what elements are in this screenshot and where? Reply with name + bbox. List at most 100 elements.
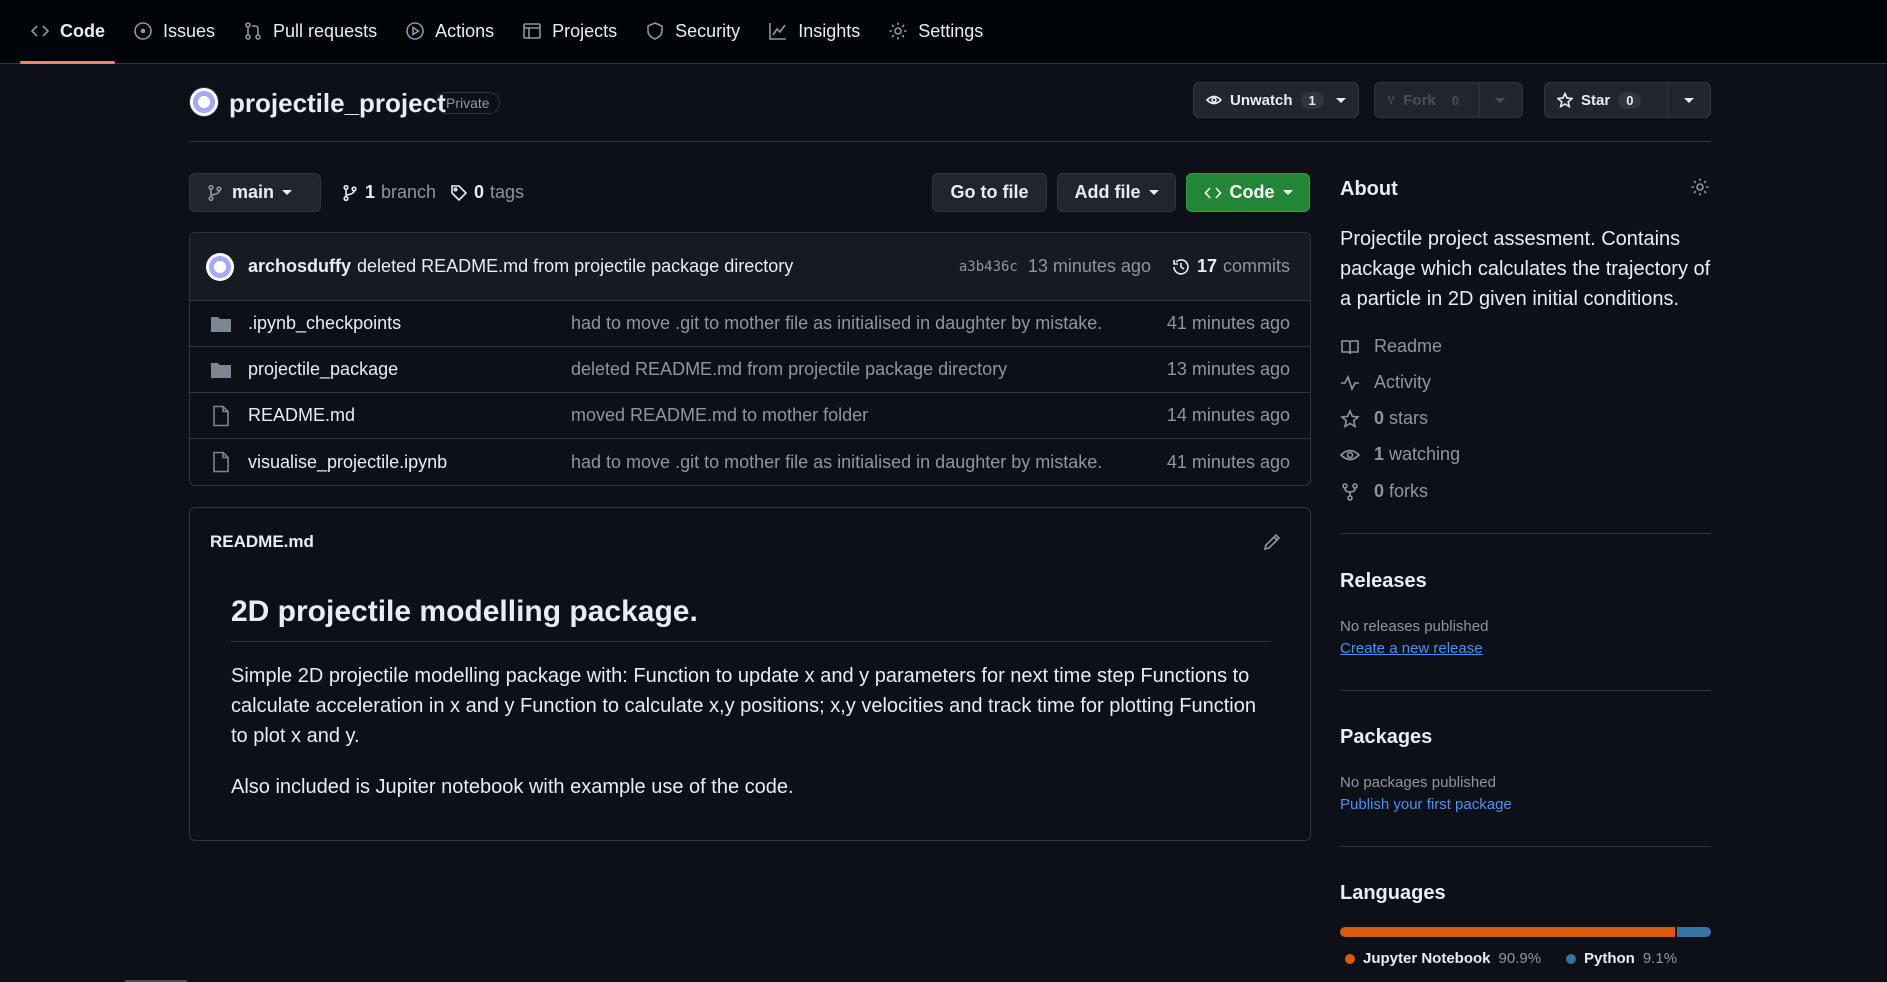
language-python[interactable]: Python 9.1% xyxy=(1566,950,1677,967)
about-description: Projectile project assesment. Contains p… xyxy=(1340,228,1711,310)
commits-link[interactable]: 17 commits xyxy=(1171,256,1290,277)
file-name[interactable]: visualise_projectile.ipynb xyxy=(248,452,571,473)
publish-package-link[interactable]: Publish your first package xyxy=(1340,796,1512,813)
fork-label: Fork xyxy=(1403,91,1436,109)
shield-icon xyxy=(647,22,663,40)
fork-count: 0 xyxy=(1443,91,1467,109)
tab-settings[interactable]: Settings xyxy=(878,0,993,63)
tab-label: Code xyxy=(60,20,105,41)
create-release-link[interactable]: Create a new release xyxy=(1340,640,1483,657)
releases-empty-text: No releases published xyxy=(1340,618,1489,635)
folder-icon xyxy=(211,316,231,332)
pencil-icon[interactable] xyxy=(1262,532,1282,552)
star-label: Star xyxy=(1581,91,1611,109)
latest-commit: archosduffy deleted README.md from proje… xyxy=(190,233,1310,301)
stars-count: 0 xyxy=(1374,408,1385,428)
tab-insights[interactable]: Insights xyxy=(758,0,870,63)
commit-author[interactable]: archosduffy xyxy=(248,256,351,277)
code-button[interactable]: Code xyxy=(1186,173,1310,212)
star-dropdown[interactable] xyxy=(1668,83,1710,117)
divider xyxy=(1340,690,1711,691)
tab-code[interactable]: Code xyxy=(20,0,115,64)
star-button[interactable]: Star 0 xyxy=(1544,82,1711,118)
file-row[interactable]: README.md moved README.md to mother fold… xyxy=(190,393,1310,439)
file-row[interactable]: visualise_projectile.ipynb had to move .… xyxy=(190,439,1310,485)
tab-projects[interactable]: Projects xyxy=(512,0,627,63)
stars-link[interactable]: 0 stars xyxy=(1340,408,1428,429)
unwatch-button[interactable]: Unwatch 1 xyxy=(1193,82,1359,118)
file-row[interactable]: projectile_package deleted README.md fro… xyxy=(190,347,1310,393)
commit-time: 13 minutes ago xyxy=(1027,256,1151,276)
repo-header: projectile_project Private Unwatch 1 For… xyxy=(189,82,1711,142)
tags-link[interactable]: 0 tags xyxy=(450,182,524,203)
go-to-file-label: Go to file xyxy=(950,182,1029,202)
file-name[interactable]: .ipynb_checkpoints xyxy=(248,313,571,334)
chevron-down-icon xyxy=(1684,97,1694,103)
tab-label: Projects xyxy=(552,20,618,41)
commit-message[interactable]: deleted README.md from projectile packag… xyxy=(357,256,793,277)
unwatch-main[interactable]: Unwatch 1 xyxy=(1194,83,1336,117)
file-commit-message[interactable]: moved README.md to mother folder xyxy=(571,405,868,426)
code-label: Code xyxy=(1229,182,1275,202)
readme-link[interactable]: Readme xyxy=(1340,336,1442,357)
watching-count: 1 xyxy=(1374,444,1385,464)
owner-avatar[interactable] xyxy=(189,87,219,117)
unwatch-label: Unwatch xyxy=(1230,91,1293,109)
avatar[interactable] xyxy=(206,252,234,281)
code-icon xyxy=(30,25,50,37)
branch-label: branch xyxy=(381,182,437,202)
file-commit-message[interactable]: had to move .git to mother file as initi… xyxy=(571,452,1102,473)
table-icon xyxy=(523,23,541,39)
tab-label: Pull requests xyxy=(273,20,378,41)
file-name[interactable]: README.md xyxy=(248,405,571,426)
star-icon xyxy=(1557,92,1573,108)
fork-icon xyxy=(1387,96,1395,104)
language-jupyter[interactable]: Jupyter Notebook 90.9% xyxy=(1345,950,1541,967)
branch-name: main xyxy=(232,182,275,202)
file-commit-message[interactable]: had to move .git to mother file as initi… xyxy=(571,313,1102,334)
activity-link[interactable]: Activity xyxy=(1340,372,1431,393)
file-time: 13 minutes ago xyxy=(1166,359,1290,379)
chevron-down-icon[interactable] xyxy=(1335,97,1346,103)
readme-filename[interactable]: README.md xyxy=(210,532,314,552)
fork-icon xyxy=(1342,482,1358,501)
folder-icon xyxy=(211,362,231,378)
commit-count: 17 xyxy=(1196,256,1217,276)
go-to-file-button[interactable]: Go to file xyxy=(932,173,1047,212)
chevron-down-icon xyxy=(1148,190,1159,195)
file-commit-message[interactable]: deleted README.md from projectile packag… xyxy=(571,359,1007,380)
branches-link[interactable]: 1 branch xyxy=(341,182,436,203)
branch-select-button[interactable]: main xyxy=(189,173,321,212)
tab-security[interactable]: Security xyxy=(635,0,750,63)
tab-issues[interactable]: Issues xyxy=(123,0,225,63)
watching-link[interactable]: 1 watching xyxy=(1340,444,1460,465)
releases-title[interactable]: Releases xyxy=(1340,570,1427,593)
fork-main[interactable]: Fork 0 xyxy=(1375,83,1479,117)
star-main[interactable]: Star 0 xyxy=(1545,83,1667,117)
tab-pull-requests[interactable]: Pull requests xyxy=(233,0,387,63)
packages-title[interactable]: Packages xyxy=(1340,726,1432,749)
tab-actions[interactable]: Actions xyxy=(395,0,504,63)
repo-name[interactable]: projectile_project xyxy=(229,88,446,119)
tab-label: Actions xyxy=(435,20,495,41)
commit-sha[interactable]: a3b436c xyxy=(959,259,1018,275)
chevron-down-icon xyxy=(1282,190,1293,195)
add-file-button[interactable]: Add file xyxy=(1057,173,1176,212)
language-bar xyxy=(1340,927,1711,937)
eye-icon xyxy=(1340,449,1360,460)
fork-dropdown[interactable] xyxy=(1480,83,1520,117)
tag-label: tags xyxy=(490,182,525,202)
chevron-down-icon xyxy=(1495,97,1505,103)
tag-count: 0 xyxy=(474,182,485,202)
book-icon xyxy=(1341,339,1359,354)
forks-link[interactable]: 0 forks xyxy=(1340,481,1428,502)
file-row[interactable]: .ipynb_checkpoints had to move .git to m… xyxy=(190,301,1310,347)
branch-icon xyxy=(208,184,222,201)
file-icon xyxy=(213,451,229,473)
file-name[interactable]: projectile_package xyxy=(248,359,571,380)
gear-icon[interactable] xyxy=(1690,177,1710,197)
language-percent: 90.9% xyxy=(1498,950,1542,967)
fork-button[interactable]: Fork 0 xyxy=(1374,82,1523,118)
chevron-down-icon xyxy=(282,190,293,195)
readme-paragraph: Simple 2D projectile modelling package w… xyxy=(231,665,1256,747)
